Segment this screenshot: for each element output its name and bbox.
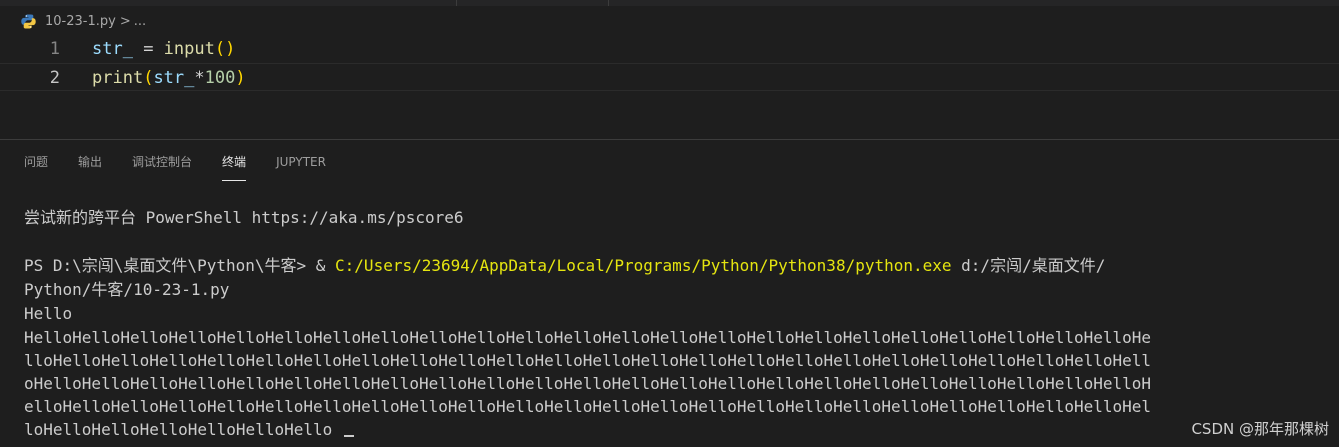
tab-divider xyxy=(456,0,457,6)
code-line[interactable]: 1 str_ = input() xyxy=(0,35,1339,63)
watermark: CSDN @那年那棵树 xyxy=(1191,420,1329,438)
terminal-command-line: PS D:\宗闯\桌面文件\Python\牛客> & C:/Users/2369… xyxy=(24,254,1324,278)
terminal-input-echo: Hello xyxy=(24,304,73,323)
line-number: 1 xyxy=(49,39,60,59)
terminal-output-line: elloHelloHelloHelloHelloHelloHelloHelloH… xyxy=(24,397,1152,416)
line-number: 2 xyxy=(49,68,60,88)
code-line-current[interactable]: 2 print(str_*100) xyxy=(0,63,1339,91)
panel-divider[interactable] xyxy=(0,139,1339,140)
code-token: input xyxy=(163,39,215,59)
code-token: print xyxy=(92,68,144,88)
terminal-prompt: PS D:\宗闯\桌面文件\Python\牛客> xyxy=(24,256,316,275)
code-text[interactable]: print(str_*100) xyxy=(92,64,246,92)
terminal-arg-continuation: Python/牛客/10-23-1.py xyxy=(24,280,230,299)
terminal-output-line: HelloHelloHelloHelloHelloHelloHelloHello… xyxy=(24,328,1152,347)
tab-output[interactable]: 输出 xyxy=(78,151,102,181)
code-token: ( xyxy=(143,68,154,88)
terminal-arg: d:/宗闯/桌面文件/ xyxy=(951,256,1106,275)
terminal-output-tail: loHelloHelloHelloHelloHelloHello xyxy=(24,420,333,439)
terminal-banner: 尝试新的跨平台 PowerShell https://aka.ms/pscore… xyxy=(24,208,464,227)
code-token: 100 xyxy=(204,68,236,88)
chevron-right-icon: > xyxy=(119,13,131,29)
terminal[interactable]: 尝试新的跨平台 PowerShell https://aka.ms/pscore… xyxy=(24,206,1324,441)
breadcrumb-more[interactable]: ... xyxy=(134,14,146,29)
tab-problems[interactable]: 问题 xyxy=(24,151,48,181)
code-token: ) xyxy=(225,39,236,59)
code-token: ( xyxy=(214,39,226,59)
tab-divider xyxy=(608,0,609,6)
code-editor[interactable]: 1 str_ = input() 2 print(str_*100) xyxy=(0,35,1339,105)
terminal-exe-path: C:/Users/23694/AppData/Local/Programs/Py… xyxy=(335,256,952,275)
tab-jupyter[interactable]: JUPYTER xyxy=(276,151,326,181)
python-icon xyxy=(20,13,37,30)
code-token: str_ xyxy=(153,68,195,88)
code-token: * xyxy=(194,68,205,88)
code-token: ) xyxy=(235,68,246,88)
code-token: str_ xyxy=(92,39,133,59)
terminal-output-last-line: loHelloHelloHelloHelloHelloHello xyxy=(24,418,1324,441)
breadcrumb-file[interactable]: 10-23-1.py xyxy=(45,14,116,29)
panel-tabs: 问题 输出 调试控制台 终端 JUPYTER xyxy=(24,151,356,181)
tab-debug-console[interactable]: 调试控制台 xyxy=(132,151,192,181)
terminal-ampersand: & xyxy=(315,256,336,275)
tab-terminal[interactable]: 终端 xyxy=(222,151,247,181)
code-token: = xyxy=(132,39,164,59)
code-text[interactable]: str_ = input() xyxy=(92,35,235,63)
terminal-output-line: lloHelloHelloHelloHelloHelloHelloHelloHe… xyxy=(24,351,1152,370)
editor-tab-strip xyxy=(0,0,1339,6)
terminal-cursor xyxy=(344,435,355,437)
terminal-output-line: oHelloHelloHelloHelloHelloHelloHelloHell… xyxy=(24,374,1152,393)
breadcrumb: 10-23-1.py > ... xyxy=(20,11,146,31)
